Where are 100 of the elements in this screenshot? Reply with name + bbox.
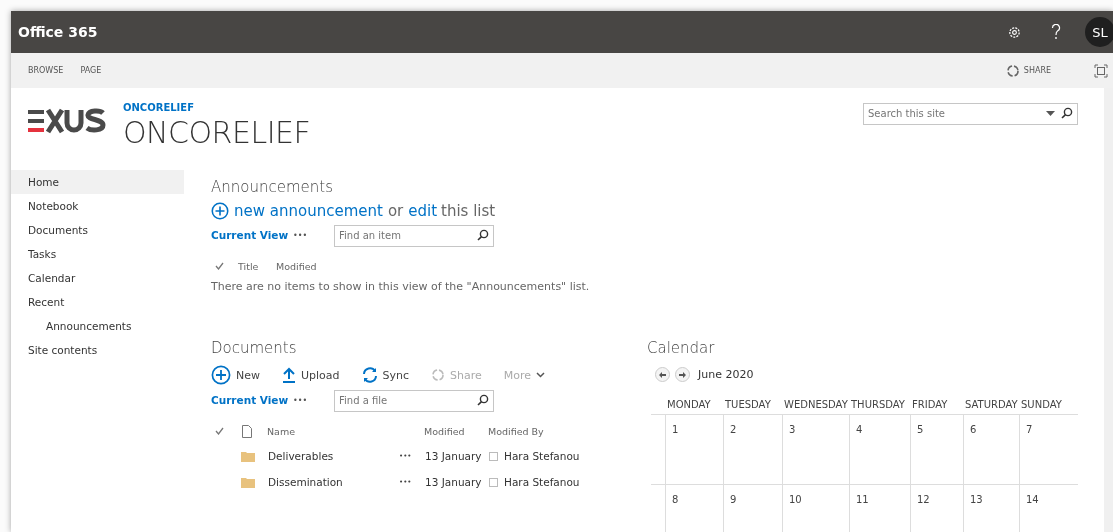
section-title: Calendar [647, 339, 716, 357]
column-header[interactable]: Modified [424, 425, 488, 437]
column-header[interactable]: Modified By [488, 425, 544, 437]
day-number: 4 [856, 424, 863, 435]
nav-link[interactable]: Documents [11, 218, 184, 242]
search-icon[interactable] [477, 394, 489, 406]
upload-arrow-icon [282, 367, 296, 383]
share-icon [431, 368, 446, 382]
day-number: 5 [917, 424, 924, 435]
current-view-link[interactable]: Current View [211, 229, 293, 241]
or-text: or [387, 202, 404, 220]
help-icon [1051, 24, 1061, 40]
author-link[interactable]: Hara Stefanou [504, 450, 580, 462]
day-cell[interactable]: 14 [1019, 484, 1078, 532]
empty-message: There are no items to show in this view of the "Announcements" list. [211, 280, 591, 293]
day-cell[interactable]: 9 [723, 484, 782, 532]
user-avatar[interactable]: SL [1085, 17, 1113, 47]
toolbar-button[interactable]: Upload [282, 367, 340, 383]
column-header[interactable]: Title [238, 260, 276, 272]
day-cell[interactable]: 6 [963, 414, 1019, 484]
date-cell-text: 13 January [425, 450, 483, 462]
breadcrumb-link[interactable]: ONCORELIEF [123, 102, 863, 113]
right-arrow-icon [679, 371, 686, 378]
nav-link[interactable]: Home [11, 170, 184, 194]
day-cell[interactable]: 8 [665, 484, 723, 532]
file-name-link[interactable]: Dissemination [268, 476, 399, 488]
weekday-header: MONDAY [666, 398, 712, 412]
day-cell[interactable]: 1 [665, 414, 723, 484]
day-cell[interactable]: 10 [782, 484, 849, 532]
column-header[interactable]: Modified [276, 260, 317, 272]
day-number: 14 [1026, 494, 1039, 505]
section-title: Documents [211, 339, 298, 357]
day-cell[interactable]: 5 [910, 414, 963, 484]
ribbon-tab[interactable]: BROWSE [28, 66, 64, 75]
current-view-link[interactable]: Current View [211, 394, 293, 406]
find-item-field[interactable]: Find an item [334, 224, 494, 247]
presence-icon [489, 477, 498, 487]
search-icon[interactable] [477, 229, 489, 241]
checkmark-icon[interactable] [215, 262, 224, 270]
day-cell[interactable]: 7 [1019, 414, 1078, 484]
day-cell[interactable]: 3 [782, 414, 849, 484]
sync-icon [361, 367, 378, 383]
chevron-down-icon [536, 372, 546, 378]
day-number: 9 [730, 494, 737, 505]
focus-mode-icon[interactable] [1094, 63, 1108, 78]
ribbon-tab[interactable]: PAGE [80, 66, 102, 75]
weekday-header: TUESDAY [724, 398, 772, 412]
app-title: Office 365 [18, 24, 99, 40]
day-number: 11 [856, 494, 869, 505]
nav-link[interactable]: Notebook [11, 194, 184, 218]
weekday-header: SATURDAY [964, 398, 1019, 412]
previous-month-button[interactable] [655, 367, 670, 382]
dropdown-caret-icon[interactable] [1046, 110, 1055, 116]
day-number: 3 [789, 424, 796, 435]
nav-link[interactable]: Tasks [11, 242, 184, 266]
day-cell[interactable]: 4 [849, 414, 910, 484]
folder-icon [241, 476, 255, 488]
share-button[interactable]: SHARE [1005, 63, 1051, 78]
next-month-button[interactable] [675, 367, 690, 382]
settings-icon [1006, 24, 1022, 40]
day-cell[interactable]: 13 [963, 484, 1019, 532]
day-number: 1 [672, 424, 679, 435]
edit-link[interactable]: edit [408, 202, 438, 220]
day-cell[interactable]: 2 [723, 414, 782, 484]
more-options-button[interactable]: ••• [293, 395, 334, 405]
date-cell-text: 13 January [425, 476, 483, 488]
nav-link[interactable]: Site contents [11, 338, 184, 362]
share-icon [1005, 63, 1020, 78]
new-announcement-link[interactable]: new announcement [234, 202, 383, 220]
day-number: 10 [789, 494, 802, 505]
nav-link[interactable]: Announcements [11, 314, 184, 338]
weekday-header: THURSDAY [850, 398, 906, 412]
left-arrow-icon [659, 371, 666, 378]
checkmark-icon[interactable] [215, 427, 224, 435]
toolbar-button[interactable]: New [211, 365, 260, 385]
day-number: 12 [917, 494, 930, 505]
month-label: June 2020 [698, 368, 754, 381]
site-title: ONCORELIEF [123, 115, 312, 150]
weekday-header: FRIDAY [911, 398, 949, 412]
day-cell[interactable]: 11 [849, 484, 910, 532]
plus-circle-icon[interactable] [211, 202, 229, 220]
day-number: 6 [970, 424, 977, 435]
column-header[interactable]: Name [267, 425, 424, 437]
file-name-link[interactable]: Deliverables [268, 450, 399, 462]
author-link[interactable]: Hara Stefanou [504, 476, 580, 488]
nav-link[interactable]: Calendar [11, 266, 184, 290]
day-cell[interactable]: 12 [910, 484, 963, 532]
search-icon[interactable] [1061, 107, 1073, 119]
day-number: 2 [730, 424, 737, 435]
find-file-field[interactable]: Find a file [334, 389, 494, 412]
day-number: 8 [672, 494, 679, 505]
site-search-field[interactable]: Search this site [863, 102, 1078, 125]
weekday-header: SUNDAY [1020, 398, 1063, 412]
list-text: this list [441, 202, 496, 220]
plus-circle-icon [211, 365, 231, 385]
more-options-button[interactable]: ••• [293, 230, 334, 240]
folder-icon [241, 450, 255, 462]
nav-link[interactable]: Recent [11, 290, 184, 314]
presence-icon [489, 451, 498, 461]
toolbar-button[interactable]: Sync [361, 367, 410, 383]
